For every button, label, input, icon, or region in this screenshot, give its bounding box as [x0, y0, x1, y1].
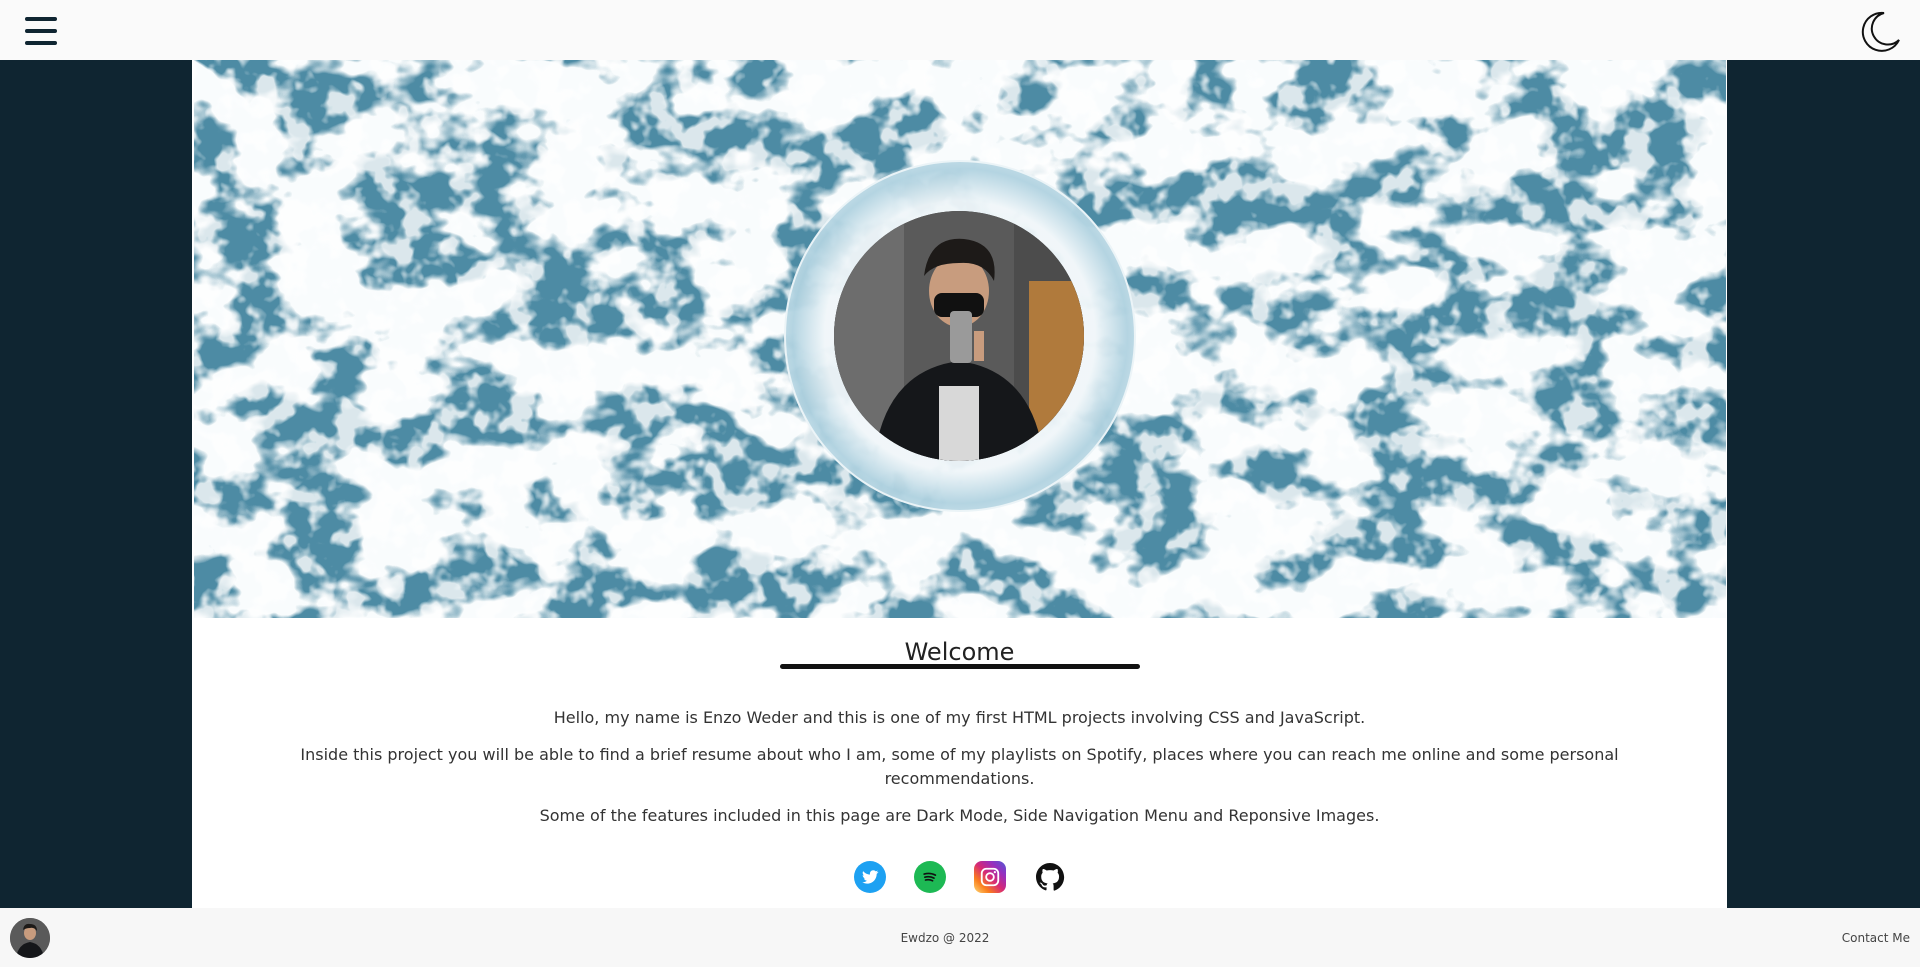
title-underline: [780, 664, 1140, 669]
page-title: Welcome: [904, 638, 1015, 666]
intro-paragraph: Hello, my name is Enzo Weder and this is…: [553, 708, 1366, 727]
hamburger-menu-icon[interactable]: [25, 17, 57, 45]
instagram-icon[interactable]: [973, 861, 1006, 893]
resume-paragraph: Inside this project you will be able to …: [300, 745, 1619, 788]
spotify-icon[interactable]: [913, 861, 946, 893]
social-links: [192, 861, 1727, 893]
welcome-section: Welcome: [192, 637, 1727, 667]
contact-link[interactable]: Contact Me: [1842, 931, 1910, 945]
footer: Ewdzo @ 2022 Contact Me: [0, 908, 1920, 967]
moon-icon[interactable]: [1860, 10, 1902, 52]
main-content: Welcome Hello, my name is Enzo Weder and…: [192, 60, 1727, 908]
top-bar: [0, 0, 1920, 60]
profile-photo: [834, 211, 1084, 461]
github-icon[interactable]: [1033, 861, 1066, 893]
twitter-icon[interactable]: [853, 861, 886, 893]
features-paragraph: Some of the features included in this pa…: [539, 806, 1380, 825]
copyright-text: Ewdzo @ 2022: [900, 931, 990, 945]
